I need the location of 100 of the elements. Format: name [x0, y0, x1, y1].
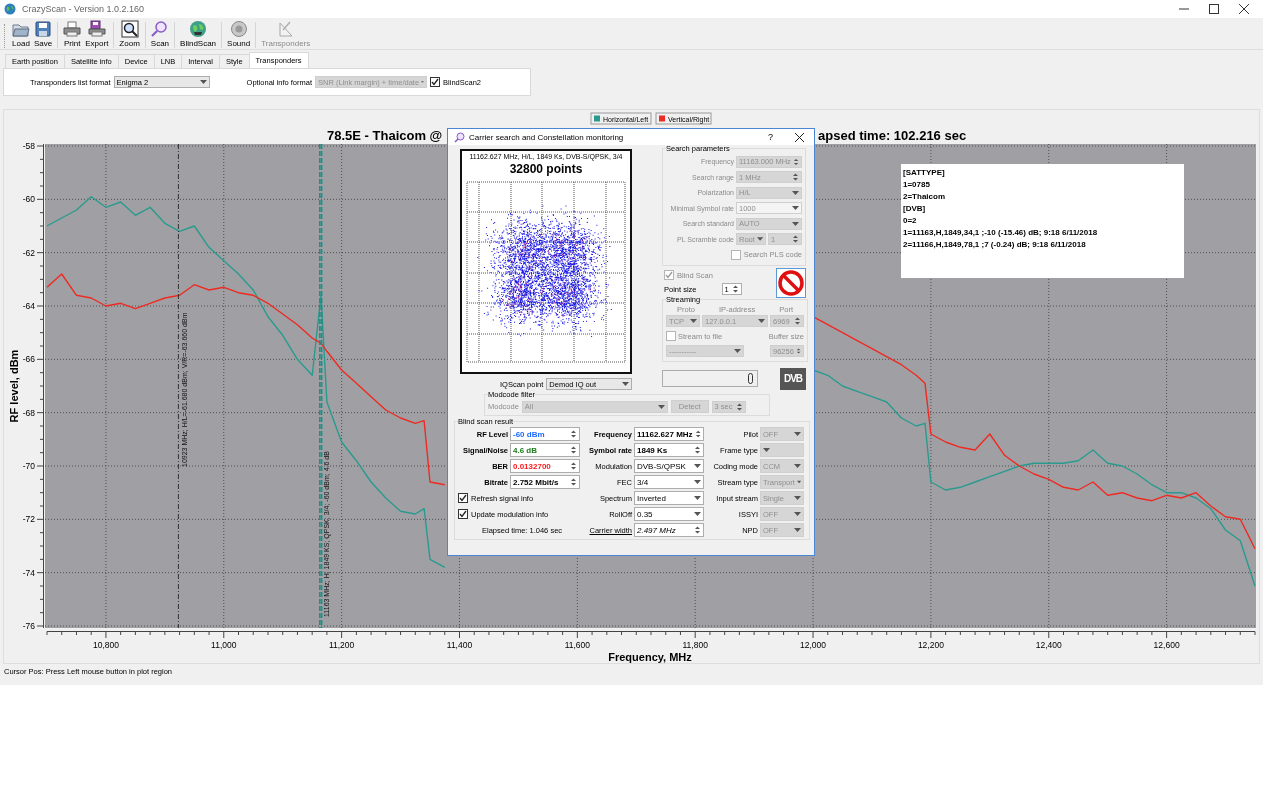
dropdown[interactable]: Inverted [634, 491, 704, 505]
spin-arrows-icon[interactable] [570, 429, 577, 439]
toolbar-button[interactable]: Sound [225, 20, 253, 48]
caret-icon [690, 319, 697, 323]
caret-icon [758, 319, 765, 323]
x-tick-label: 12,200 [917, 640, 944, 650]
caret-icon [792, 190, 799, 195]
toolbar-button[interactable]: Scan [148, 20, 172, 48]
caret-icon [794, 432, 801, 436]
stop-button[interactable] [776, 267, 806, 298]
value-field[interactable]: 4.6 dB [510, 443, 580, 457]
caret-icon [794, 496, 801, 500]
value-field[interactable]: 0.0132700 [510, 459, 580, 473]
caret-icon [792, 206, 799, 211]
info-line: 2=Thaicom [903, 192, 945, 201]
info-line: [DVB] [903, 204, 926, 213]
dvb-logo: DVB [780, 367, 806, 390]
caret-icon [694, 512, 701, 516]
y-tick-label: -58 [22, 141, 35, 151]
spin-arrows-icon[interactable] [694, 429, 701, 439]
globe-icon [189, 20, 208, 38]
caret-icon [657, 404, 665, 409]
y-tick-label: -66 [22, 354, 35, 365]
x-tick-label: 11,800 [682, 640, 708, 650]
toolbar-button[interactable]: Save [32, 20, 55, 48]
checkbox[interactable] [430, 77, 441, 87]
caret-icon [794, 464, 801, 468]
printer-icon [63, 20, 82, 38]
x-tick-label: 12,600 [1153, 640, 1180, 650]
spin-box[interactable]: 11162.627 MHz [634, 427, 704, 441]
caret-icon [622, 382, 629, 386]
x-tick-label: 10,800 [92, 640, 119, 650]
y-tick-label: -68 [22, 407, 35, 418]
x-axis-title: Frequency, MHz [608, 651, 692, 663]
info-line: 1=11163,H,1849,34,1 ;-10 (-15.46) dB; 9:18 6/11/2018 [903, 228, 1098, 237]
value-field[interactable]: -60 dBm [510, 427, 580, 441]
spin-box[interactable]: 1849 Ks [634, 443, 704, 457]
floppy-icon [34, 20, 53, 38]
caret-icon [734, 349, 741, 353]
spin-arrows-icon[interactable] [570, 461, 577, 471]
spin-arrows-icon[interactable] [570, 445, 577, 455]
spin-arrows-icon[interactable] [731, 284, 739, 294]
help-button[interactable]: ? [768, 132, 773, 142]
ruler-icon [276, 20, 295, 38]
caret-icon [796, 480, 801, 484]
caret-icon [199, 80, 207, 84]
magnifier-icon [150, 20, 169, 38]
spin-arrows-icon[interactable] [694, 525, 701, 535]
dropdown[interactable]: 0.35 [634, 507, 704, 521]
caret-icon [421, 80, 425, 84]
caret-icon [792, 221, 799, 226]
toolbar-button[interactable]: Load [10, 20, 32, 48]
maximize-icon[interactable] [1209, 4, 1219, 14]
chart-title: 78.5E - Thaicom @ [327, 128, 443, 143]
close-icon[interactable] [1239, 4, 1249, 14]
dialog-title: Carrier search and Constellation monitoring [469, 132, 624, 142]
status-field[interactable] [662, 370, 758, 387]
y-tick-label: -64 [22, 301, 35, 311]
capsule-icon [748, 373, 753, 384]
chart-title: apsed time: 102.216 sec [818, 128, 967, 143]
y-tick-label: -60 [22, 194, 35, 205]
x-tick-label: 11,200 [328, 640, 355, 650]
globe-icon [4, 3, 16, 15]
checkbox[interactable] [458, 493, 468, 503]
x-tick-label: 11,000 [211, 640, 237, 650]
dropdown[interactable]: 3/4 [634, 475, 704, 489]
toolbar-button[interactable]: Export [83, 20, 111, 48]
y-tick-label: -70 [22, 461, 35, 471]
x-tick-label: 12,000 [800, 640, 827, 650]
info-line: [SATTYPE] [903, 168, 945, 177]
stop-icon [778, 269, 804, 296]
value-field[interactable]: 2.752 Mbit/s [510, 475, 580, 489]
caret-icon [756, 237, 763, 242]
x-tick-label: 11,600 [564, 640, 591, 650]
checkbox[interactable] [458, 509, 468, 519]
points-count: 32800 points [509, 162, 583, 176]
close-icon[interactable] [795, 132, 804, 142]
caret-icon [694, 480, 701, 484]
speaker-icon [229, 20, 248, 38]
caret-icon [694, 464, 701, 468]
toolbar-button[interactable]: BlindScan [178, 20, 219, 48]
info-line: 2=11166,H,1849,78,1 ;7 (-0.24) dB; 9:18 6/11/2018 [903, 240, 1086, 249]
caret-icon [694, 496, 701, 500]
y-tick-label: -62 [22, 247, 35, 258]
zoom-icon [120, 20, 139, 38]
y-tick-label: -76 [22, 621, 35, 631]
info-line: 0=2 [903, 216, 917, 225]
window-title: CrazyScan - Version 1.0.2.160 [22, 4, 145, 14]
magnifier-icon [454, 131, 465, 143]
info-line: 1=0785 [903, 180, 930, 189]
spin-box[interactable]: 2.497 MHz [634, 523, 704, 537]
caret-icon [794, 528, 801, 532]
spin-arrows-icon[interactable] [570, 477, 577, 487]
toolbar-button[interactable]: Zoom [117, 20, 142, 48]
y-tick-label: -72 [22, 514, 35, 525]
x-tick-label: 11,400 [446, 640, 473, 650]
dropdown[interactable]: DVB-S/QPSK [634, 459, 704, 473]
y-tick-label: -74 [22, 567, 35, 578]
toolbar-button[interactable]: Print [61, 20, 84, 48]
spin-arrows-icon[interactable] [694, 445, 701, 455]
